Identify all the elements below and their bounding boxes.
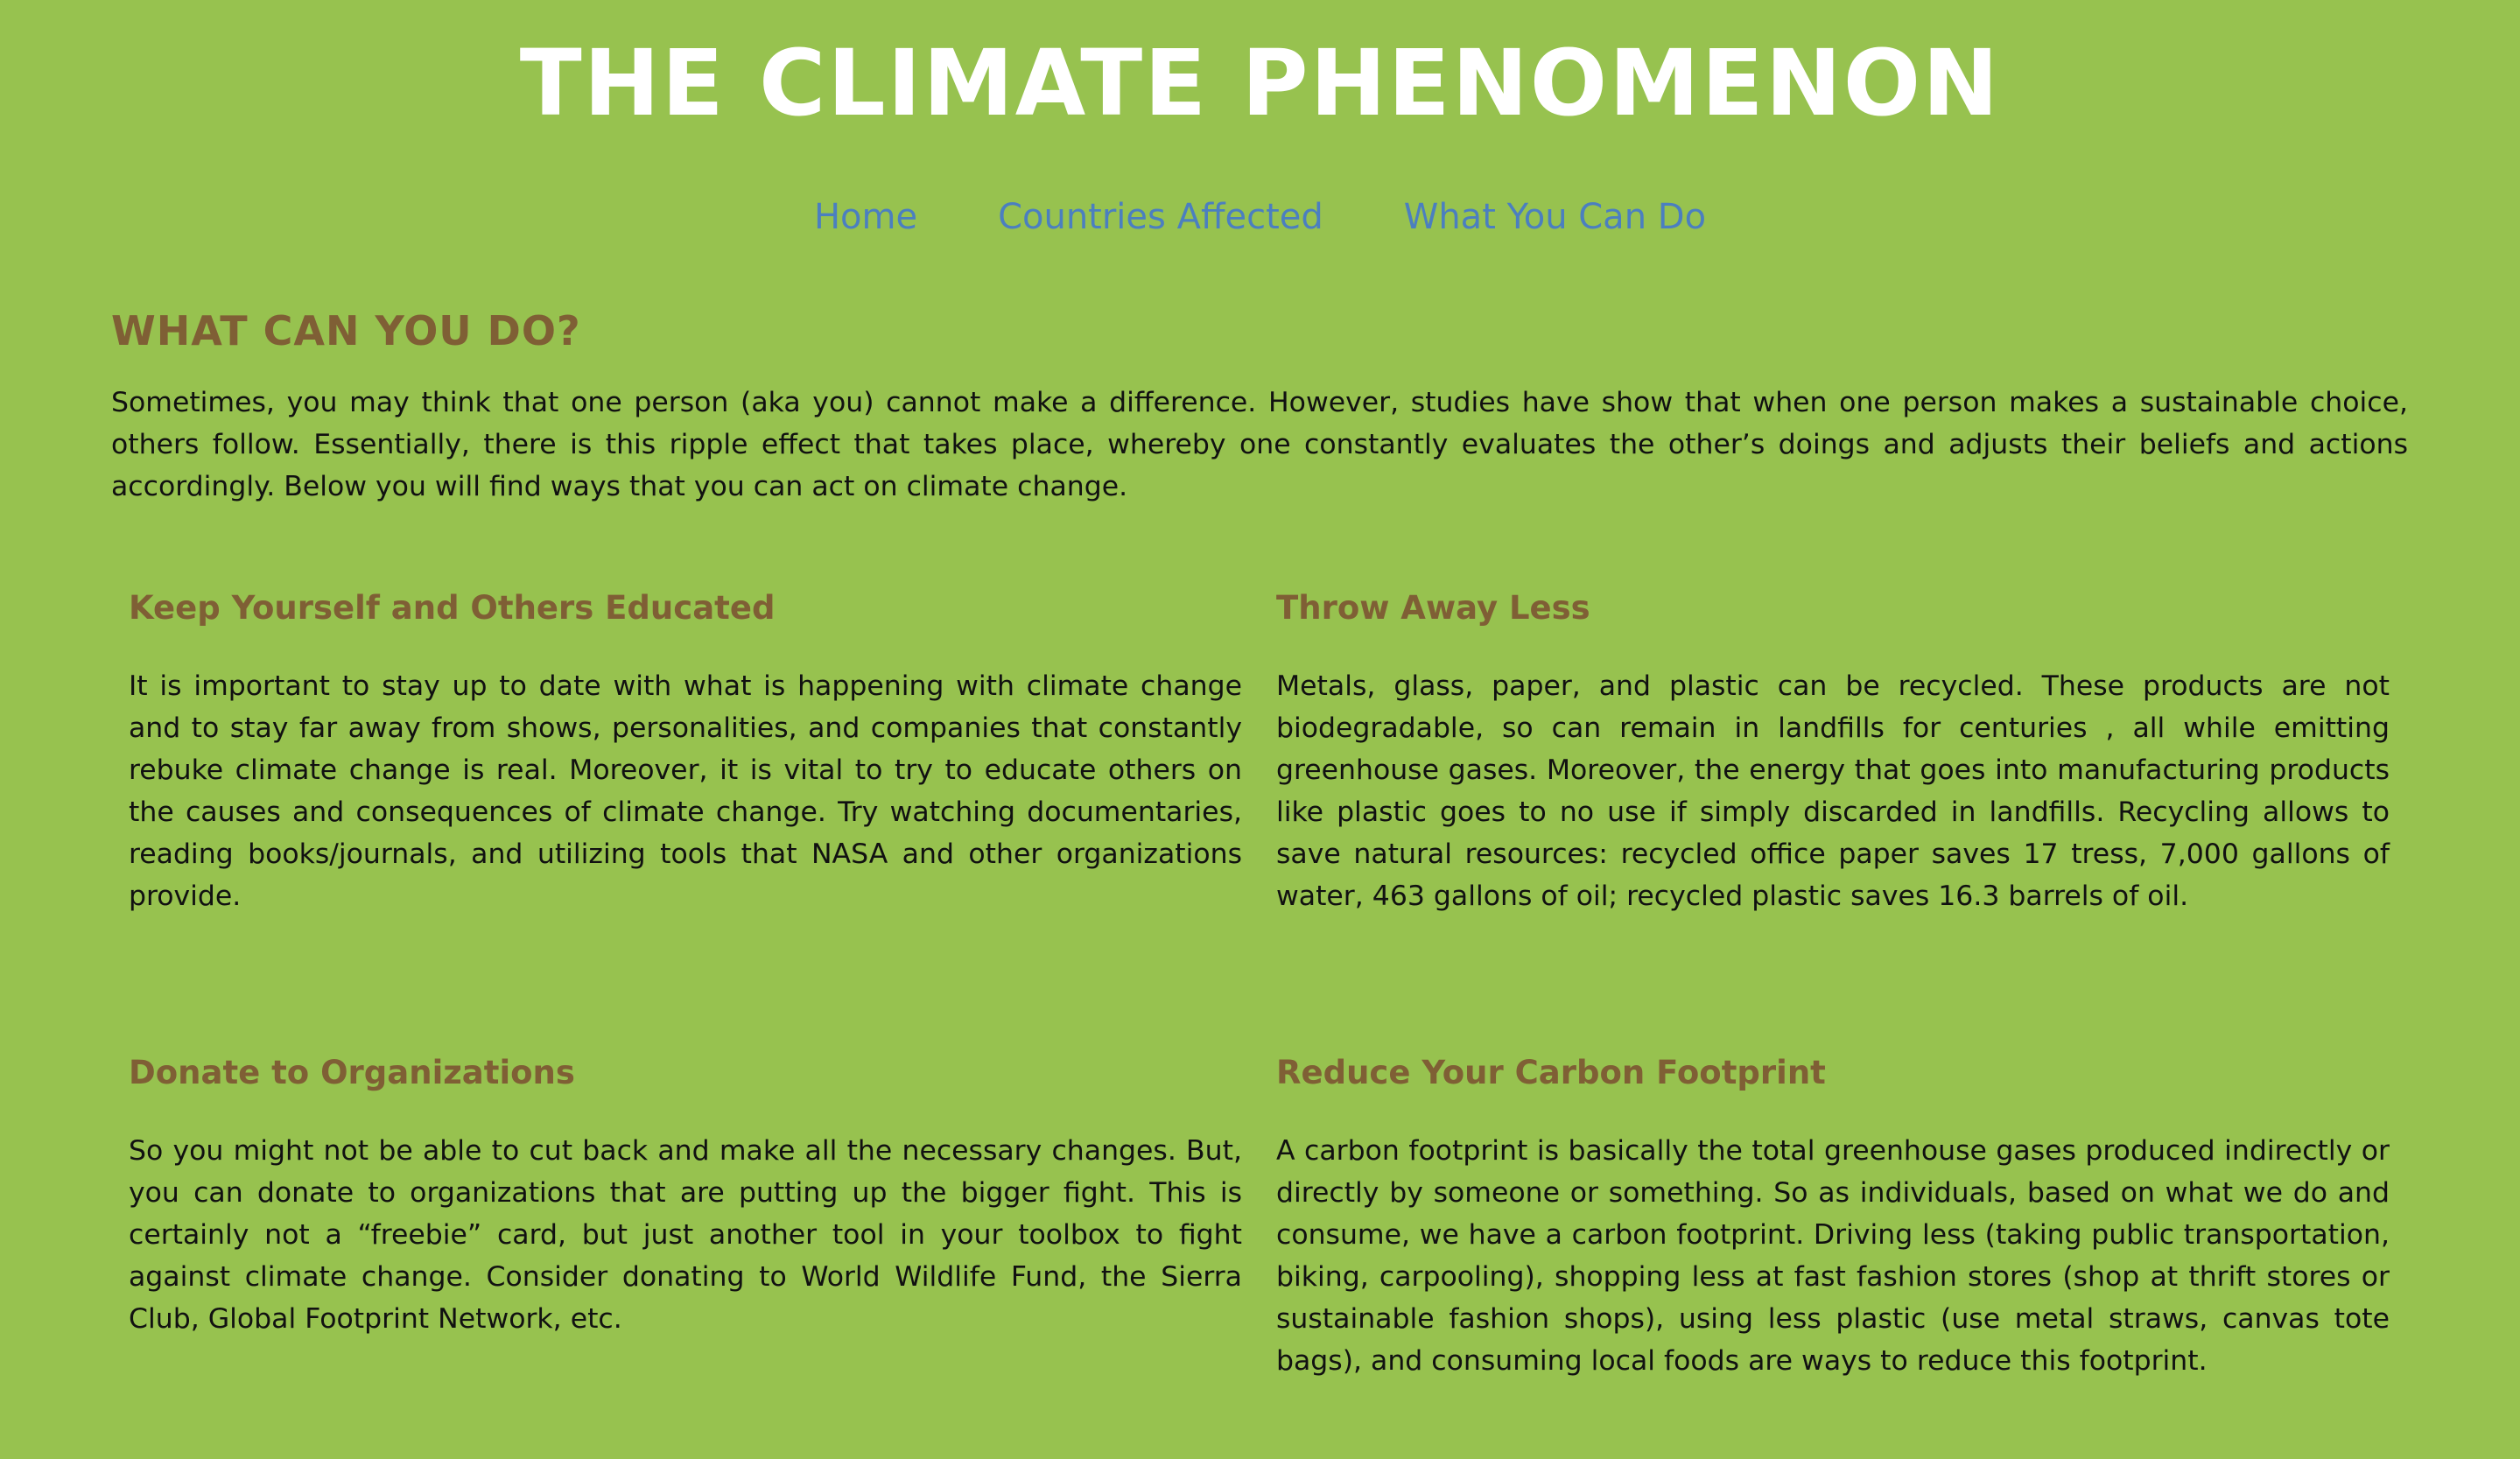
site-title: THE CLIMATE PHENOMENON: [519, 30, 2001, 137]
intro-paragraph: Sometimes, you may think that one person…: [111, 387, 2408, 502]
section-education: Keep Yourself and Others Educated It is …: [129, 584, 1242, 917]
nav-link-what-you-can-do[interactable]: What You Can Do: [1404, 194, 1706, 240]
nav-link-countries-affected[interactable]: Countries Affected: [998, 194, 1323, 240]
main-nav: Home Countries Affected What You Can Do: [0, 194, 2520, 240]
section-title: Reduce Your Carbon Footprint: [1276, 1054, 1826, 1091]
section-throw-away-less: Throw Away Less Metals, glass, paper, an…: [1276, 584, 2390, 917]
main-content: WHAT CAN YOU DO? Sometimes, you may thin…: [111, 302, 2408, 1377]
section-body: A carbon footprint is basically the tota…: [1276, 1135, 2390, 1377]
site-header: THE CLIMATE PHENOMENON Home Countries Af…: [0, 0, 2520, 240]
section-carbon-footprint: Reduce Your Carbon Footprint A carbon fo…: [1276, 1049, 2390, 1382]
section-body: Metals, glass, paper, and plastic can be…: [1276, 670, 2390, 912]
action-sections: Keep Yourself and Others Educated It is …: [111, 584, 2408, 1459]
section-body: It is important to stay up to date with …: [129, 670, 1242, 912]
page-heading: WHAT CAN YOU DO?: [111, 307, 581, 354]
section-donate: Donate to Organizations So you might not…: [129, 1049, 1242, 1340]
nav-link-home[interactable]: Home: [814, 194, 917, 240]
section-body: So you might not be able to cut back and…: [129, 1135, 1242, 1335]
section-title: Throw Away Less: [1276, 589, 1590, 627]
section-title: Keep Yourself and Others Educated: [129, 589, 776, 627]
section-title: Donate to Organizations: [129, 1054, 575, 1091]
